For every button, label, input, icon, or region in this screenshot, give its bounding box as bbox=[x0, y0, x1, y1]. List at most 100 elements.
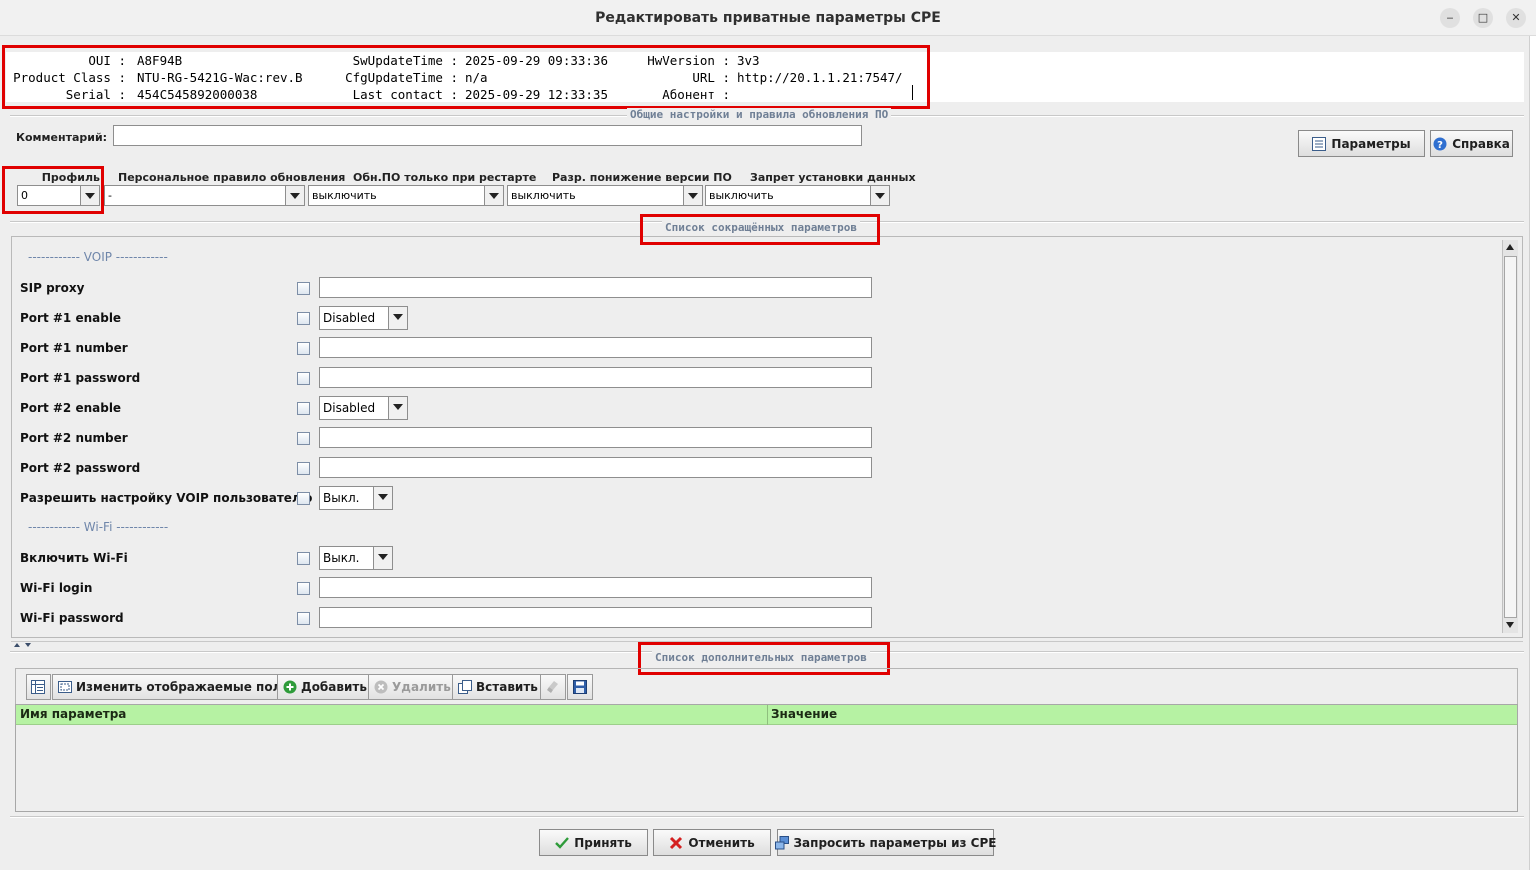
add-icon bbox=[283, 680, 297, 694]
accept-label: Принять bbox=[574, 835, 632, 850]
update-on-restart-label: Обн.ПО только при рестарте bbox=[353, 171, 537, 184]
param-label: Wi-Fi password bbox=[20, 611, 124, 625]
port1-enable-select[interactable]: Disabled bbox=[319, 306, 408, 330]
chevron-down-icon bbox=[388, 307, 407, 329]
scroll-up-icon[interactable] bbox=[1503, 240, 1518, 255]
list-icon bbox=[1312, 136, 1327, 151]
param-checkbox[interactable] bbox=[297, 552, 310, 565]
allow-downgrade-select[interactable]: выключить bbox=[507, 185, 703, 206]
port2-number-input[interactable] bbox=[319, 427, 872, 448]
url-value: http://20.1.1.21:7547/ bbox=[737, 70, 903, 85]
add-label: Добавить bbox=[301, 680, 367, 694]
paste-label: Вставить bbox=[476, 680, 538, 694]
wifi-login-input[interactable] bbox=[319, 577, 872, 598]
param-label: Port #1 number bbox=[20, 341, 128, 355]
save-icon bbox=[573, 680, 587, 694]
minimize-button[interactable]: ‒ bbox=[1440, 8, 1460, 28]
param-checkbox[interactable] bbox=[297, 462, 310, 475]
voip-user-config-select[interactable]: Выкл. bbox=[319, 486, 393, 510]
close-button[interactable]: ✕ bbox=[1506, 8, 1526, 28]
url-label: URL bbox=[692, 70, 715, 85]
port1-password-input[interactable] bbox=[319, 367, 872, 388]
split-pane-divider[interactable] bbox=[11, 641, 1523, 647]
param-checkbox[interactable] bbox=[297, 612, 310, 625]
cancel-label: Отменить bbox=[688, 835, 755, 850]
add-button[interactable]: Добавить bbox=[277, 674, 373, 700]
columns-icon bbox=[58, 680, 72, 694]
param-label: Port #1 password bbox=[20, 371, 141, 385]
accept-button[interactable]: Принять bbox=[539, 829, 648, 856]
data-install-ban-select[interactable]: выключить bbox=[705, 185, 890, 206]
extra-params-title: Список дополнительных параметров bbox=[652, 651, 870, 664]
clear-button[interactable] bbox=[540, 674, 566, 700]
param-label: Port #2 number bbox=[20, 431, 128, 445]
port2-enable-value: Disabled bbox=[323, 401, 376, 415]
svg-text:?: ? bbox=[1437, 140, 1443, 151]
serial-value: 454C545892000038 bbox=[137, 87, 258, 102]
cancel-button[interactable]: Отменить bbox=[653, 829, 771, 856]
personal-rule-value: - bbox=[108, 189, 112, 202]
param-checkbox[interactable] bbox=[297, 312, 310, 325]
window-title: Редактировать приватные параметры CPE bbox=[595, 10, 941, 26]
param-checkbox[interactable] bbox=[297, 582, 310, 595]
product-class-value: NTU-RG-5421G-Wac:rev.B bbox=[137, 70, 303, 85]
port1-number-input[interactable] bbox=[319, 337, 872, 358]
update-on-restart-select[interactable]: выключить bbox=[308, 185, 504, 206]
maximize-button[interactable]: □ bbox=[1473, 8, 1493, 28]
scrollbar-thumb[interactable] bbox=[1504, 256, 1517, 618]
wifi-enable-select[interactable]: Выкл. bbox=[319, 546, 393, 570]
chevron-down-icon bbox=[484, 186, 503, 205]
port2-enable-select[interactable]: Disabled bbox=[319, 396, 408, 420]
port2-password-input[interactable] bbox=[319, 457, 872, 478]
voip-user-config-value: Выкл. bbox=[323, 491, 360, 505]
table-view-button[interactable] bbox=[26, 674, 51, 700]
data-install-ban-value: выключить bbox=[709, 189, 774, 202]
help-button[interactable]: ? Справка bbox=[1430, 130, 1513, 157]
parameters-button-label: Параметры bbox=[1331, 136, 1411, 151]
param-checkbox[interactable] bbox=[297, 372, 310, 385]
param-label: Wi-Fi login bbox=[20, 581, 93, 595]
param-checkbox[interactable] bbox=[297, 282, 310, 295]
personal-rule-label: Персональное правило обновления bbox=[118, 171, 346, 184]
param-label: Port #2 enable bbox=[20, 401, 122, 415]
param-checkbox[interactable] bbox=[297, 432, 310, 445]
close-icon bbox=[669, 836, 683, 850]
help-button-label: Справка bbox=[1452, 136, 1510, 151]
column-header-name[interactable]: Имя параметра bbox=[20, 707, 126, 721]
param-label: SIP proxy bbox=[20, 281, 85, 295]
column-divider[interactable] bbox=[767, 705, 768, 725]
port1-enable-value: Disabled bbox=[323, 311, 376, 325]
request-params-button[interactable]: Запросить параметры из CPE bbox=[774, 829, 996, 856]
profile-select-value: 0 bbox=[21, 189, 28, 202]
profile-select[interactable]: 0 bbox=[17, 185, 100, 206]
network-icon bbox=[774, 835, 789, 850]
table-icon bbox=[31, 680, 45, 694]
subscriber-label: Абонент bbox=[662, 87, 715, 102]
vertical-scrollbar[interactable] bbox=[1502, 240, 1518, 633]
delete-button[interactable]: Удалить bbox=[368, 674, 457, 700]
parameters-button[interactable]: Параметры bbox=[1298, 130, 1425, 157]
sw-update-label: SwUpdateTime bbox=[352, 53, 443, 68]
param-label: Включить Wi-Fi bbox=[20, 551, 128, 565]
wifi-password-input[interactable] bbox=[319, 607, 872, 628]
comment-input[interactable] bbox=[113, 125, 862, 146]
param-checkbox[interactable] bbox=[297, 402, 310, 415]
short-params-title: Список сокращённых параметров bbox=[662, 221, 861, 234]
save-button[interactable] bbox=[567, 674, 593, 700]
extra-params-table: Имя параметра Значение bbox=[15, 704, 1518, 812]
chevron-down-icon bbox=[388, 397, 407, 419]
personal-rule-select[interactable]: - bbox=[104, 185, 305, 206]
param-checkbox[interactable] bbox=[297, 492, 310, 505]
splitter-arrows-icon[interactable] bbox=[13, 642, 37, 648]
param-checkbox[interactable] bbox=[297, 342, 310, 355]
change-fields-label: Изменить отображаемые поля bbox=[76, 680, 290, 694]
column-header-value[interactable]: Значение bbox=[771, 707, 837, 721]
chevron-down-icon bbox=[80, 186, 99, 205]
chevron-down-icon bbox=[683, 186, 702, 205]
sip-proxy-input[interactable] bbox=[319, 277, 872, 298]
param-label: Port #1 enable bbox=[20, 311, 122, 325]
allow-downgrade-label: Разр. понижение версии ПО bbox=[552, 171, 732, 184]
paste-button[interactable]: Вставить bbox=[452, 674, 544, 700]
scroll-down-icon[interactable] bbox=[1503, 617, 1518, 632]
change-fields-button[interactable]: Изменить отображаемые поля bbox=[52, 674, 296, 700]
